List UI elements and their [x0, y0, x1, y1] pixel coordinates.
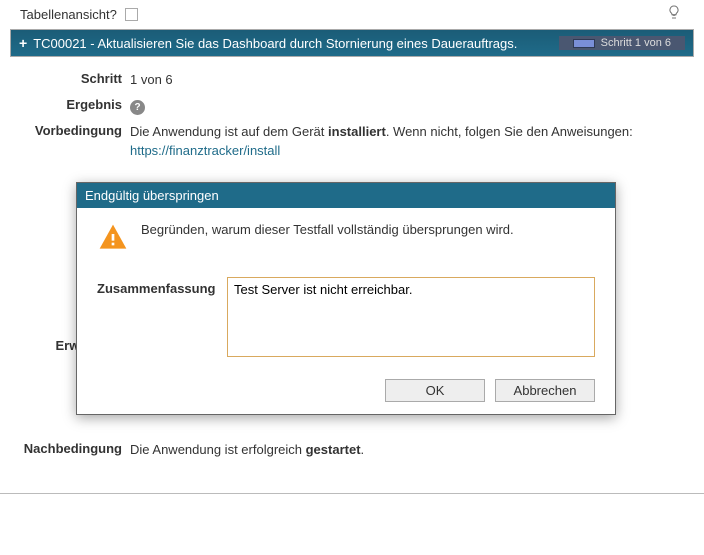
precondition-value: Die Anwendung ist auf dem Gerät installi… [130, 123, 704, 159]
postcondition-label: Nachbedingung [0, 441, 130, 459]
step-label: Schritt [0, 71, 130, 89]
warning-icon [97, 222, 129, 257]
summary-label: Zusammenfassung [97, 277, 215, 296]
help-icon[interactable]: ? [130, 100, 145, 115]
summary-input[interactable] [227, 277, 595, 357]
install-link[interactable]: https://finanztracker/install [130, 143, 280, 158]
progress-bar-icon [573, 39, 595, 48]
dialog-title: Endgültig überspringen [77, 183, 615, 208]
dialog-message: Begründen, warum dieser Testfall vollstä… [141, 222, 514, 237]
ok-button[interactable]: OK [385, 379, 485, 402]
step-progress-text: Schritt 1 von 6 [601, 37, 671, 49]
bulb-icon[interactable] [666, 4, 682, 25]
result-label: Ergebnis [0, 97, 130, 115]
table-view-checkbox[interactable] [125, 8, 138, 21]
table-view-label: Tabellenansicht? [20, 7, 117, 22]
expand-icon[interactable]: + [19, 35, 27, 51]
skip-permanently-dialog: Endgültig überspringen Begründen, warum … [76, 182, 616, 415]
precondition-label: Vorbedingung [0, 123, 130, 159]
cancel-button[interactable]: Abbrechen [495, 379, 595, 402]
testcase-header[interactable]: + TC00021 - Aktualisieren Sie das Dashbo… [11, 30, 693, 56]
step-value: 1 von 6 [130, 71, 704, 89]
step-progress-badge: Schritt 1 von 6 [559, 36, 685, 50]
postcondition-value: Die Anwendung ist erfolgreich gestartet. [130, 441, 704, 459]
testcase-title: TC00021 - Aktualisieren Sie das Dashboar… [33, 36, 552, 51]
